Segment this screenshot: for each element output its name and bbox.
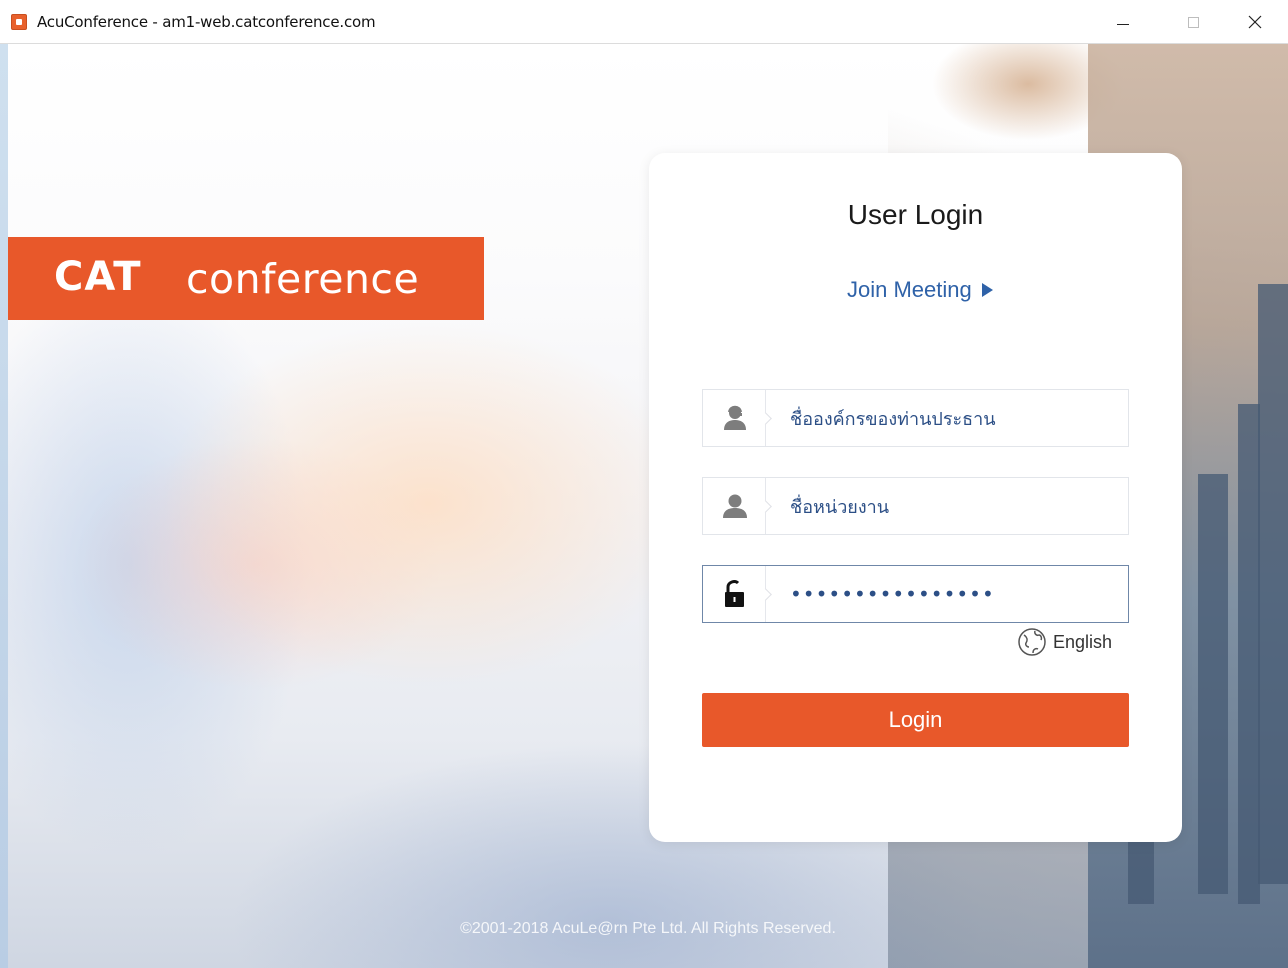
join-meeting-link[interactable]: Join Meeting <box>847 277 993 303</box>
close-button[interactable] <box>1232 0 1278 44</box>
unit-input[interactable]: ชื่อหน่วยงาน <box>790 492 889 521</box>
join-meeting-label: Join Meeting <box>847 277 972 302</box>
background-building <box>1258 284 1288 884</box>
brand-logo-conference: conference <box>186 255 420 303</box>
user-icon <box>703 478 766 534</box>
minimize-icon <box>1117 23 1129 25</box>
language-label: English <box>1053 631 1113 652</box>
close-icon <box>1248 15 1262 29</box>
maximize-button[interactable] <box>1170 0 1216 44</box>
field-separator <box>765 390 766 446</box>
background-building <box>1198 474 1228 894</box>
minimize-button[interactable] <box>1100 0 1146 44</box>
maximize-icon <box>1187 16 1199 28</box>
page-title: User Login <box>847 199 984 230</box>
password-field[interactable]: •••••••••••••••• <box>702 565 1129 623</box>
play-arrow-icon <box>981 283 993 297</box>
lock-icon <box>703 566 766 622</box>
window-left-edge <box>0 44 8 968</box>
login-card: User Login Join Meeting ชื่อองค์กรของท่า… <box>649 153 1182 842</box>
copyright-text: ©2001-2018 AcuLe@rn Pte Ltd. All Rights … <box>460 920 836 937</box>
language-selector[interactable]: English <box>1017 627 1112 657</box>
login-button[interactable]: Login <box>702 693 1129 747</box>
field-separator <box>765 478 766 534</box>
background-building <box>1238 404 1260 904</box>
brand-banner: CAT conference <box>8 237 484 320</box>
organization-input[interactable]: ชื่อองค์กรของท่านประธาน <box>790 404 996 433</box>
password-input[interactable]: •••••••••••••••• <box>790 582 995 606</box>
organization-user-icon <box>703 390 766 446</box>
globe-icon <box>1018 628 1046 656</box>
login-page: CAT conference User Login Join Meeting ช… <box>8 44 1288 968</box>
brand-logo-cat: CAT <box>54 254 142 300</box>
window-titlebar: AcuConference - am1-web.catconference.co… <box>0 0 1288 44</box>
unit-field[interactable]: ชื่อหน่วยงาน <box>702 477 1129 535</box>
field-separator <box>765 566 766 622</box>
window-title: AcuConference - am1-web.catconference.co… <box>37 13 376 31</box>
app-icon <box>11 14 27 30</box>
organization-field[interactable]: ชื่อองค์กรของท่านประธาน <box>702 389 1129 447</box>
